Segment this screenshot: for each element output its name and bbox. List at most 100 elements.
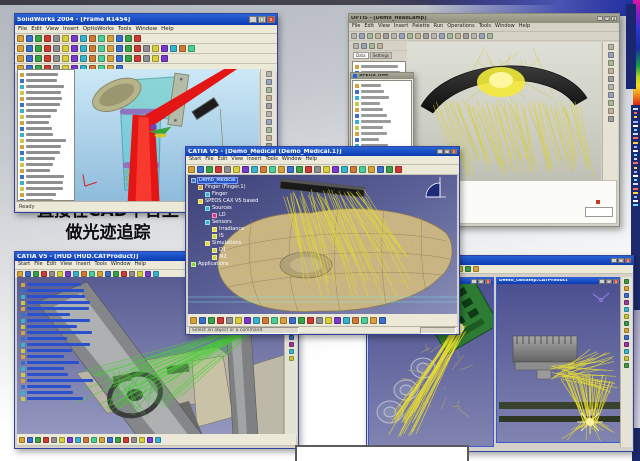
feature-tree-panel[interactable] [17,69,75,201]
tree-item[interactable] [20,144,72,149]
toolbar-icon[interactable] [361,43,367,49]
toolbar-icon[interactable] [121,271,127,277]
toolbar-icon[interactable] [399,33,405,39]
menu-item[interactable]: Tools [266,157,278,163]
toolbar-icon[interactable] [431,33,437,39]
3d-viewport[interactable]: Demo_MedicalFinger (Finger.1)FingerSPEOS… [188,175,457,317]
menu-item[interactable]: Edit [218,157,228,163]
toolbar-icon[interactable] [80,55,87,62]
tree-item[interactable] [20,114,72,119]
minimize-button[interactable]: _ [611,258,617,263]
toolbar-icon[interactable] [208,317,215,324]
tree-item[interactable] [21,348,105,353]
menu-item[interactable]: Window [111,262,131,268]
close-button[interactable]: x [451,149,457,154]
menu-item[interactable]: Insert [63,26,79,32]
maximize-button[interactable]: □ [478,279,484,284]
toolbar-icon[interactable] [465,266,471,272]
tree-item[interactable] [21,312,105,317]
3d-viewport[interactable] [497,284,621,442]
toolbar-icon[interactable] [143,45,150,52]
minimize-button[interactable]: _ [249,16,257,23]
tree-item[interactable] [355,119,409,124]
menu-item[interactable]: Window [495,24,515,30]
tree-item[interactable] [355,83,409,88]
toolbar-icon[interactable] [608,76,614,82]
spec-tree-item[interactable]: SPEOS CAX V5 based [191,198,258,205]
menu-item[interactable]: Window [282,157,302,163]
toolbar-icon[interactable] [107,45,114,52]
toolbar-icon[interactable] [59,437,65,443]
toolbar-icon[interactable] [296,166,303,173]
close-button[interactable]: x [267,16,275,23]
toolbar-icon[interactable] [383,33,389,39]
spec-tree-item[interactable]: Demo_Medical [191,177,258,184]
toolbar-icon[interactable] [395,166,402,173]
toolbar-icon[interactable] [332,166,339,173]
toolbar-icon[interactable] [269,166,276,173]
tree-item[interactable] [20,120,72,125]
maximize-button[interactable]: □ [258,16,266,23]
toolbar-icon[interactable] [359,166,366,173]
toolbar-icon[interactable] [125,35,132,42]
toolbar-icon[interactable] [143,55,150,62]
tree-item[interactable] [355,64,403,69]
toolbar-icon[interactable] [33,271,39,277]
menu-item[interactable]: Help [161,26,174,32]
tree-item[interactable] [21,318,105,323]
tab-settings[interactable]: Settings [370,52,392,59]
toolbar-icon[interactable] [479,33,485,39]
toolbar-icon[interactable] [65,271,71,277]
minimize-button[interactable]: _ [437,149,443,154]
spec-tree-item[interactable]: Sensors [191,219,258,226]
toolbar-icon[interactable] [53,55,60,62]
toolbar-icon[interactable] [359,33,365,39]
toolbar-icon[interactable] [53,35,60,42]
tree-item[interactable] [20,84,72,89]
toolbar-icon[interactable] [487,33,493,39]
titlebar[interactable]: CATIA V5 - [Demo_Medical (Demo_Medical.1… [186,147,459,156]
toolbar-icon[interactable] [44,35,51,42]
toolbar-icon[interactable] [242,166,249,173]
toolbar-icon[interactable] [35,55,42,62]
toolbar-icon[interactable] [624,349,629,354]
toolbar-icon[interactable] [361,317,368,324]
toolbar-icon[interactable] [161,55,168,62]
toolbar-icon[interactable] [91,437,97,443]
toolbar-icon[interactable] [116,45,123,52]
toolbar-icon[interactable] [217,317,224,324]
menu-item[interactable]: Palette [412,24,429,30]
menu-item[interactable]: Edit [364,24,374,30]
tree-item[interactable] [21,288,105,293]
spec-tree-item[interactable]: Finger [191,191,258,198]
toolbar-icon[interactable] [289,356,294,361]
toolbar-icon[interactable] [44,55,51,62]
maximize-button[interactable]: □ [618,258,624,263]
toolbar-icon[interactable] [62,55,69,62]
toolbar-icon[interactable] [307,317,314,324]
toolbar-icon[interactable] [17,45,24,52]
toolbar-icon[interactable] [155,437,161,443]
tree-item[interactable] [355,113,409,118]
spec-tree[interactable]: Demo_MedicalFinger (Finger.1)FingerSPEOS… [191,177,258,268]
toolbar-icon[interactable] [43,437,49,443]
toolbar-icon[interactable] [113,271,119,277]
toolbar-icon[interactable] [278,166,285,173]
toolbar-icon[interactable] [215,166,222,173]
toolbar-icon[interactable] [386,166,393,173]
close-button[interactable]: x [613,279,619,284]
tree-item[interactable] [20,192,72,197]
right-tool-strip[interactable] [620,277,632,447]
menu-item[interactable]: Tools [118,26,132,32]
toolbar-icon[interactable] [134,55,141,62]
toolbar-icon[interactable] [116,55,123,62]
toolbar-icon[interactable] [352,317,359,324]
spec-tree-item[interactable]: Irradiance [191,226,258,233]
toolbar-icon[interactable] [134,35,141,42]
toolbar-icon[interactable] [391,33,397,39]
menu-item[interactable]: File [352,24,360,30]
spec-tree-item[interactable]: Finger (Finger.1) [191,184,258,191]
tree-item[interactable] [20,72,72,77]
tree-item[interactable] [20,138,72,143]
toolbar-icon[interactable] [624,335,629,340]
